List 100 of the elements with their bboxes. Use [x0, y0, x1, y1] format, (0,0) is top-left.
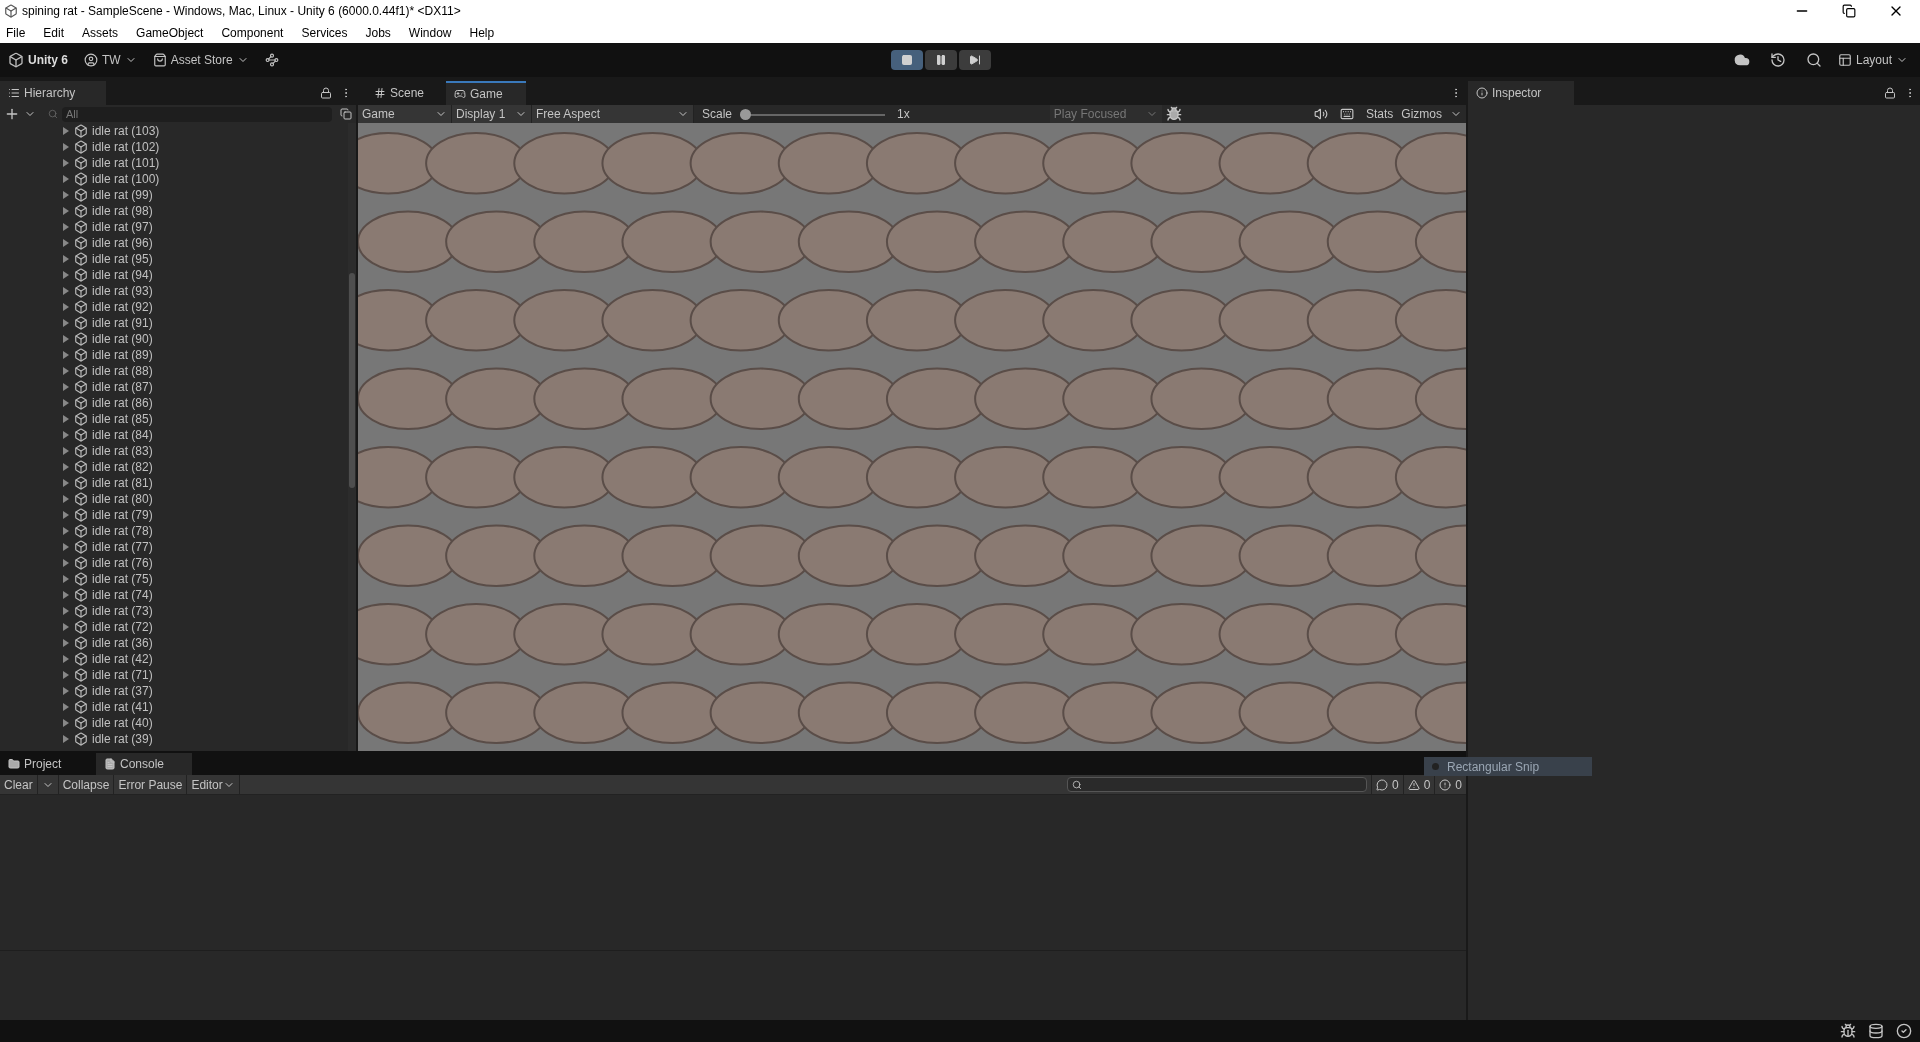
hierarchy-item[interactable]: idle rat (101): [92, 154, 160, 172]
hierarchy-item[interactable]: idle rat (89): [92, 346, 153, 364]
expand-arrow-icon[interactable]: [62, 687, 70, 695]
expand-arrow-icon[interactable]: [62, 383, 70, 391]
expand-arrow-icon[interactable]: [62, 351, 70, 359]
hierarchy-item[interactable]: idle rat (72): [92, 618, 153, 636]
expand-arrow-icon[interactable]: [62, 287, 70, 295]
editor-dropdown[interactable]: Editor: [187, 775, 240, 794]
expand-arrow-icon[interactable]: [62, 479, 70, 487]
hierarchy-item[interactable]: idle rat (98): [92, 202, 153, 220]
expand-arrow-icon[interactable]: [62, 431, 70, 439]
expand-arrow-icon[interactable]: [62, 271, 70, 279]
console-search-field[interactable]: [1066, 777, 1367, 792]
menu-item[interactable]: Services: [299, 23, 350, 42]
hierarchy-item[interactable]: idle rat (88): [92, 362, 153, 380]
mode-dropdown[interactable]: Game: [358, 105, 452, 123]
hierarchy-item[interactable]: idle rat (103): [92, 123, 160, 140]
hierarchy-item[interactable]: idle rat (36): [92, 634, 153, 652]
hierarchy-item[interactable]: idle rat (96): [92, 234, 153, 252]
expand-arrow-icon[interactable]: [62, 175, 70, 183]
menu-item[interactable]: File: [4, 23, 28, 42]
panel-tab[interactable]: Project: [0, 753, 96, 775]
hierarchy-item[interactable]: idle rat (82): [92, 458, 153, 476]
check-circle-icon[interactable]: [1896, 1023, 1912, 1039]
collapse-button[interactable]: Collapse: [58, 775, 115, 794]
hierarchy-item[interactable]: idle rat (41): [92, 698, 153, 716]
hierarchy-item[interactable]: idle rat (42): [92, 650, 153, 668]
hierarchy-item[interactable]: idle rat (73): [92, 602, 153, 620]
menu-item[interactable]: Component: [219, 23, 286, 42]
clear-button[interactable]: Clear: [0, 775, 38, 794]
speaker-icon[interactable]: [1313, 107, 1328, 121]
search-icon[interactable]: [1805, 52, 1822, 68]
expand-arrow-icon[interactable]: [62, 575, 70, 583]
expand-arrow-icon[interactable]: [62, 511, 70, 519]
expand-arrow-icon[interactable]: [62, 415, 70, 423]
hierarchy-item[interactable]: idle rat (37): [92, 682, 153, 700]
hierarchy-item[interactable]: idle rat (74): [92, 586, 153, 604]
hierarchy-item[interactable]: idle rat (77): [92, 538, 153, 556]
menu-item[interactable]: Assets: [80, 23, 121, 42]
history-icon[interactable]: [1769, 52, 1786, 68]
expand-arrow-icon[interactable]: [62, 591, 70, 599]
play-button[interactable]: [891, 50, 924, 70]
expand-arrow-icon[interactable]: [62, 159, 70, 167]
slider-thumb[interactable]: [740, 108, 752, 120]
hierarchy-item[interactable]: idle rat (71): [92, 666, 153, 684]
step-button[interactable]: [959, 50, 992, 70]
hierarchy-item[interactable]: idle rat (83): [92, 442, 153, 460]
menu-item[interactable]: Edit: [41, 23, 67, 42]
view-tab[interactable]: Scene: [366, 81, 446, 105]
expand-arrow-icon[interactable]: [62, 239, 70, 247]
hierarchy-tab[interactable]: Hierarchy: [0, 81, 106, 105]
asset-store-dropdown[interactable]: Asset Store: [152, 51, 249, 69]
hierarchy-item[interactable]: idle rat (40): [92, 714, 153, 732]
expand-arrow-icon[interactable]: [62, 447, 70, 455]
expand-arrow-icon[interactable]: [62, 127, 70, 135]
hierarchy-item[interactable]: idle rat (75): [92, 570, 153, 588]
expand-arrow-icon[interactable]: [62, 207, 70, 215]
expand-arrow-icon[interactable]: [62, 703, 70, 711]
view-tab[interactable]: Game: [446, 81, 526, 105]
hierarchy-item[interactable]: idle rat (81): [92, 474, 153, 492]
stats-button[interactable]: Stats: [1361, 105, 1398, 123]
scrollbar[interactable]: [348, 123, 356, 751]
expand-arrow-icon[interactable]: [62, 671, 70, 679]
hierarchy-item[interactable]: idle rat (39): [92, 730, 153, 748]
expand-arrow-icon[interactable]: [62, 319, 70, 327]
hierarchy-item[interactable]: idle rat (79): [92, 506, 153, 524]
expand-arrow-icon[interactable]: [62, 655, 70, 663]
search-field[interactable]: All: [62, 106, 332, 122]
expand-arrow-icon[interactable]: [62, 143, 70, 151]
hierarchy-item[interactable]: idle rat (91): [92, 314, 153, 332]
hierarchy-item[interactable]: idle rat (100): [92, 170, 160, 188]
info-count-toggle[interactable]: 0: [1370, 775, 1403, 794]
hierarchy-item[interactable]: idle rat (94): [92, 266, 153, 284]
error-pause-button[interactable]: Error Pause: [114, 775, 188, 794]
menu-item[interactable]: GameObject: [134, 23, 206, 42]
expand-arrow-icon[interactable]: [62, 527, 70, 535]
display-dropdown[interactable]: Display 1: [452, 105, 532, 123]
hierarchy-item[interactable]: idle rat (86): [92, 394, 153, 412]
expand-arrow-icon[interactable]: [62, 223, 70, 231]
hierarchy-item[interactable]: idle rat (97): [92, 218, 153, 236]
menu-item[interactable]: Help: [467, 23, 497, 42]
expand-arrow-icon[interactable]: [62, 639, 70, 647]
lock-icon[interactable]: [1884, 87, 1896, 99]
add-icon[interactable]: [4, 106, 20, 122]
expand-arrow-icon[interactable]: [62, 335, 70, 343]
expand-arrow-icon[interactable]: [62, 399, 70, 407]
hierarchy-item[interactable]: idle rat (93): [92, 282, 153, 300]
bug-icon[interactable]: [1840, 1023, 1856, 1039]
expand-arrow-icon[interactable]: [62, 559, 70, 567]
scale-slider[interactable]: [740, 108, 886, 120]
keyboard-icon[interactable]: [1339, 107, 1354, 121]
hierarchy-item[interactable]: idle rat (102): [92, 138, 160, 156]
hierarchy-item[interactable]: idle rat (99): [92, 186, 153, 204]
menu-item[interactable]: Window: [406, 23, 454, 42]
restore-icon[interactable]: [1842, 4, 1856, 18]
expand-arrow-icon[interactable]: [62, 495, 70, 503]
layout-dropdown[interactable]: Layout: [1837, 51, 1908, 69]
hierarchy-item[interactable]: idle rat (95): [92, 250, 153, 268]
pause-button[interactable]: [925, 50, 958, 70]
version-control-icon[interactable]: [264, 53, 279, 67]
